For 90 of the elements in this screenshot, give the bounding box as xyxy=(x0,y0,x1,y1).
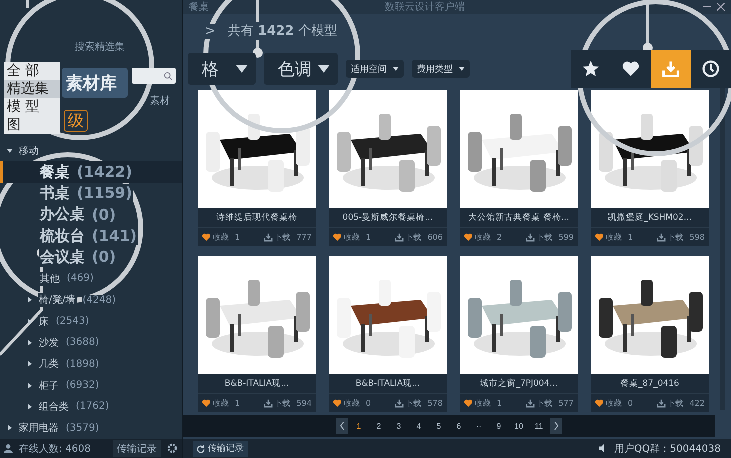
model-title: 005-曼斯威尔餐桌椅... xyxy=(329,208,447,228)
favorites-label: 收藏 xyxy=(213,398,229,408)
model-title: 诗维缇后现代餐桌椅 xyxy=(198,208,316,228)
level-badge: 级 xyxy=(64,110,88,132)
favorites-label: 收藏 xyxy=(606,232,622,242)
downloads-count: 594 xyxy=(296,398,312,408)
tree-item[interactable]: 床 (2543) xyxy=(0,310,182,332)
favorites-count: 2 xyxy=(497,232,502,242)
online-count: 在线人数: 4608 xyxy=(19,442,91,456)
page-button[interactable]: 6 xyxy=(450,418,468,434)
page-button[interactable]: 2 xyxy=(370,418,388,434)
downloads-label: 下载 xyxy=(274,232,291,242)
model-card[interactable]: B&B-ITALIA现... 收藏 1 下载 594 xyxy=(198,256,316,412)
tree-item[interactable]: 梳妆台 (141) xyxy=(0,225,182,247)
model-card[interactable]: 诗维缇后现代餐桌椅 收藏 1 下载 777 xyxy=(198,90,316,246)
filter-dropdown[interactable]: 适用空间 xyxy=(346,60,404,78)
downloads-count: 577 xyxy=(558,398,574,408)
model-title: B&B-ITALIA现... xyxy=(198,374,316,394)
window-title: 数联云设计客户端 xyxy=(385,0,465,14)
page-button[interactable]: 4 xyxy=(410,418,428,434)
downloads-label: 下载 xyxy=(274,398,291,408)
model-count: 共有 1422 个模型 xyxy=(226,22,340,40)
favorites-count: 0 xyxy=(628,398,634,408)
tree-item[interactable]: 书桌 (1159) xyxy=(0,182,182,204)
favorites-count: 1 xyxy=(235,398,240,408)
model-title: 凯撒堡庭_KSHM02... xyxy=(591,208,709,228)
favorites-count: 1 xyxy=(235,232,240,242)
downloads-count: 606 xyxy=(428,232,443,242)
transfer-button[interactable]: 传输记录 xyxy=(193,440,248,456)
tree-item[interactable]: 其他 (469) xyxy=(0,268,182,290)
downloads-label: 下载 xyxy=(668,232,684,242)
tree-item[interactable]: 沙发 (3688) xyxy=(0,332,182,354)
menu-item[interactable]: 精选集 xyxy=(4,80,60,98)
menu-item[interactable]: 全 部 xyxy=(4,62,60,80)
page-button[interactable]: 3 xyxy=(390,418,408,434)
tree-item[interactable]: 移动 xyxy=(0,140,182,162)
favorites-label: 收藏 xyxy=(475,232,491,242)
downloads-count: 422 xyxy=(690,398,705,408)
model-title: 城市之窗_7PJ004... xyxy=(460,374,578,394)
library-button[interactable]: 素材库 xyxy=(62,68,128,98)
filter-dropdown[interactable]: 格 xyxy=(188,53,256,85)
tree-item[interactable]: 餐桌 (1422) xyxy=(0,161,182,183)
filter-dropdown[interactable]: 费用类型 xyxy=(412,60,470,78)
model-card[interactable]: 005-曼斯威尔餐桌椅... 收藏 1 下载 606 xyxy=(329,90,447,246)
page-button[interactable]: ·· xyxy=(470,418,488,434)
favorites-count: 1 xyxy=(497,398,502,408)
model-card[interactable]: 大公馆新古典餐桌 餐椅... 收藏 2 下载 599 xyxy=(460,90,578,246)
tab-label: 餐桌 xyxy=(189,0,209,14)
search-label: 搜索精选集 xyxy=(75,40,125,54)
tree-item[interactable]: 椅/凳/墙 (4248) xyxy=(0,290,182,311)
model-title: 大公馆新古典餐桌 餐椅... xyxy=(460,208,578,228)
menu-item[interactable]: 图 xyxy=(4,116,60,134)
downloads-count: 578 xyxy=(428,398,443,408)
qq-group: 用户QQ群：50044038 xyxy=(614,442,721,456)
page-button[interactable]: 9 xyxy=(490,418,508,434)
model-card[interactable]: B&B-ITALIA现... 收藏 0 下载 578 xyxy=(329,256,447,412)
model-card[interactable]: 餐桌_87_0416 收藏 0 下载 422 xyxy=(591,256,709,412)
downloads-label: 下载 xyxy=(406,232,422,242)
model-card[interactable]: 城市之窗_7PJ004... 收藏 1 下载 577 xyxy=(460,256,578,412)
favorites-label: 收藏 xyxy=(344,232,360,242)
favorites-count: 0 xyxy=(366,398,372,408)
tree-item[interactable]: 会议桌 (0) xyxy=(0,246,182,268)
transfer-button[interactable]: 传输记录 xyxy=(113,440,161,457)
model-card[interactable]: 凯撒堡庭_KSHM02... 收藏 1 下载 598 xyxy=(591,90,709,246)
downloads-count: 777 xyxy=(296,232,312,242)
favorites-label: 收藏 xyxy=(344,398,360,408)
menu-item[interactable]: 模 型 xyxy=(4,98,60,116)
favorites-label: 收藏 xyxy=(475,398,491,408)
downloads-label: 下载 xyxy=(536,232,553,242)
page-button[interactable]: 1 xyxy=(350,418,368,434)
favorites-count: 1 xyxy=(628,232,634,242)
model-title: 餐桌_87_0416 xyxy=(591,374,709,394)
downloads-count: 599 xyxy=(558,232,574,242)
tree-item[interactable]: 几类 (1898) xyxy=(0,354,182,375)
downloads-label: 下载 xyxy=(668,398,684,408)
filter-dropdown[interactable]: 色调 xyxy=(264,53,338,85)
downloads-label: 下载 xyxy=(536,398,553,408)
downloads-count: 598 xyxy=(690,232,705,242)
page-button[interactable]: 11 xyxy=(530,418,548,434)
downloads-label: 下载 xyxy=(406,398,422,408)
tree-item[interactable]: 柜子 (6932) xyxy=(0,374,182,396)
favorites-label: 收藏 xyxy=(213,232,229,242)
page-button[interactable]: 10 xyxy=(510,418,528,434)
favorites-label: 收藏 xyxy=(606,398,622,408)
tree-item[interactable]: 家用电器 (3579) xyxy=(0,418,182,439)
model-title: B&B-ITALIA现... xyxy=(329,374,447,394)
tree-item[interactable]: 组合类 (1762) xyxy=(0,396,182,418)
tree-item[interactable]: 办公桌 (0) xyxy=(0,204,182,226)
favorites-count: 1 xyxy=(366,232,372,242)
page-button[interactable]: 5 xyxy=(430,418,448,434)
